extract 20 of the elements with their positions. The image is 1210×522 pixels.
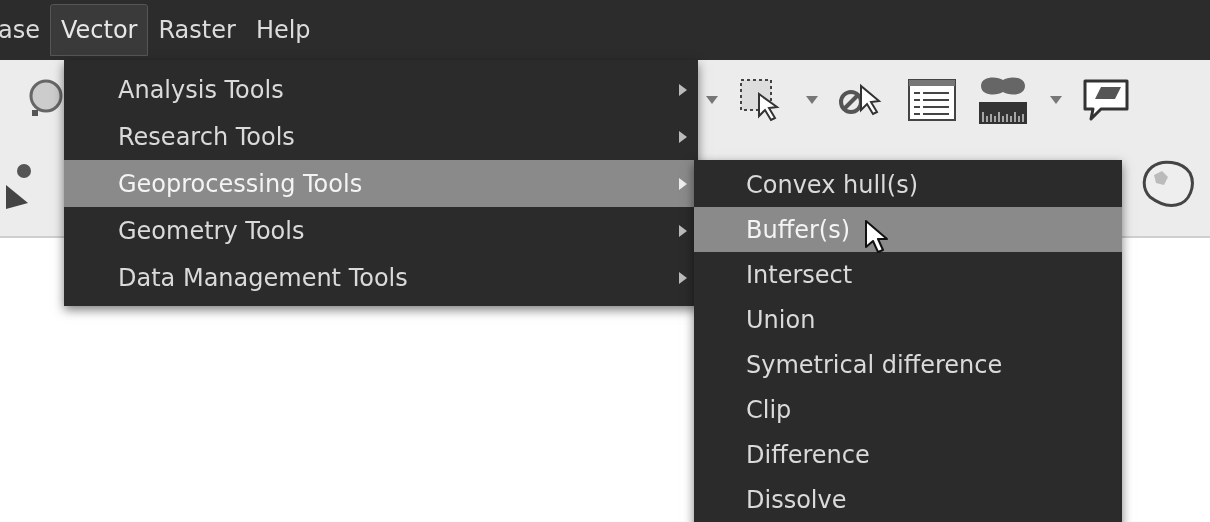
menu-bar-item[interactable]: Help [245,4,321,56]
submenu-arrow-icon [678,82,688,97]
menu-bar-item[interactable]: ase [0,4,50,56]
dropdown-caret-icon[interactable] [805,95,819,105]
menu-item[interactable]: Analysis Tools [64,66,698,113]
submenu-arrow-icon [678,223,688,238]
menu-item[interactable]: Symetrical difference [694,342,1122,387]
mouse-cursor-icon [864,218,889,253]
menu-item[interactable]: Dissolve [694,477,1122,522]
submenu-arrow-icon [678,129,688,144]
submenu-arrow-icon [678,176,688,191]
menu-item[interactable]: Clip [694,387,1122,432]
menu-bar-item[interactable]: Vector [50,4,149,56]
menu-item[interactable]: Difference [694,432,1122,477]
dropdown-caret-icon[interactable] [1049,95,1063,105]
dropdown-caret-icon[interactable] [705,95,719,105]
submenu-arrow-icon [678,270,688,285]
menu-item[interactable]: Research Tools [64,113,698,160]
attribute-table-icon[interactable] [907,78,957,122]
menu-bar-item[interactable]: Raster [148,4,246,56]
